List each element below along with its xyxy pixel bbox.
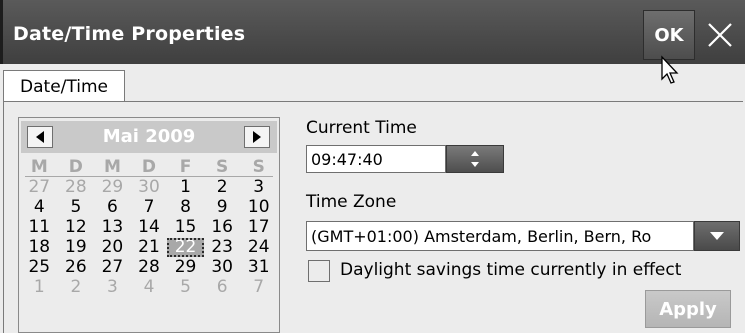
calendar-day[interactable]: 23 [204,238,241,257]
calendar-day[interactable]: 10 [240,198,277,217]
calendar-day[interactable]: 1 [167,178,204,197]
calendar-day[interactable]: 4 [21,198,58,217]
calendar-day[interactable]: 27 [94,258,131,277]
time-zone-select[interactable]: (GMT+01:00) Amsterdam, Berlin, Bern, Ro [306,221,694,251]
daylight-savings-checkbox[interactable] [308,260,330,282]
calendar-day[interactable]: 29 [167,258,204,277]
calendar-day[interactable]: 17 [240,218,277,237]
calendar-month-label[interactable]: Mai 2009 [61,126,237,147]
calendar-day[interactable]: 19 [58,238,95,257]
calendar-day[interactable]: 13 [94,218,131,237]
calendar: Mai 2009 M D M D F S S 27 28 29 30 1 2 3… [18,117,280,333]
calendar-day[interactable]: 31 [240,258,277,277]
calendar-day[interactable]: 5 [167,278,204,297]
time-zone-label: Time Zone [306,192,397,212]
calendar-day-selected[interactable]: 22 [167,238,204,257]
calendar-day[interactable]: 28 [58,178,95,197]
chevron-down-icon [710,232,724,240]
calendar-day[interactable]: 30 [204,258,241,277]
calendar-day[interactable]: 1 [21,278,58,297]
calendar-day[interactable]: 6 [204,278,241,297]
weekday-label: D [68,157,83,177]
title-bar: Date/Time Properties [0,0,745,64]
calendar-day[interactable]: 7 [240,278,277,297]
mouse-pointer-icon [661,55,679,84]
daylight-savings-label: Daylight savings time currently in effec… [340,260,682,280]
weekday-label: M [30,157,48,177]
calendar-week-row: 4 5 6 7 8 9 10 [21,198,277,217]
calendar-day[interactable]: 6 [94,198,131,217]
calendar-week-row: 27 28 29 30 1 2 3 [21,178,277,197]
calendar-day[interactable]: 24 [240,238,277,257]
calendar-week-row: 25 26 27 28 29 30 31 [21,258,277,277]
calendar-day[interactable]: 3 [240,178,277,197]
current-time-input[interactable] [306,145,446,173]
ok-button[interactable]: OK [643,10,695,60]
weekday-label: M [103,157,121,177]
calendar-day[interactable]: 15 [167,218,204,237]
next-month-button[interactable] [244,126,270,148]
arrow-left-icon [36,131,44,143]
calendar-day[interactable]: 9 [204,198,241,217]
weekday-header-row: M D M D F S S [21,158,277,177]
weekday-label: S [216,157,229,177]
close-icon [708,23,732,47]
calendar-day[interactable]: 16 [204,218,241,237]
calendar-day[interactable]: 5 [58,198,95,217]
calendar-day[interactable]: 26 [58,258,95,277]
calendar-day[interactable]: 30 [131,178,168,197]
calendar-day[interactable]: 12 [58,218,95,237]
calendar-day[interactable]: 18 [21,238,58,257]
close-button[interactable] [697,10,743,60]
calendar-week-row: 1 2 3 4 5 6 7 [21,278,277,297]
calendar-day[interactable]: 3 [94,278,131,297]
calendar-day[interactable]: 2 [204,178,241,197]
apply-button[interactable]: Apply [645,290,731,328]
calendar-day[interactable]: 7 [131,198,168,217]
tab-date-time[interactable]: Date/Time [3,70,125,102]
calendar-day[interactable]: 11 [21,218,58,237]
window-title: Date/Time Properties [13,23,246,45]
weekday-label: D [141,157,157,177]
calendar-header: Mai 2009 [21,121,277,153]
arrow-right-icon [253,131,261,143]
calendar-day[interactable]: 28 [131,258,168,277]
weekday-label: F [179,157,192,177]
previous-month-button[interactable] [27,126,53,148]
time-spinner[interactable] [446,145,504,173]
time-zone-dropdown-button[interactable] [694,221,740,251]
calendar-day[interactable]: 2 [58,278,95,297]
calendar-day[interactable]: 27 [21,178,58,197]
calendar-day[interactable]: 14 [131,218,168,237]
weekday-label: S [252,157,265,177]
calendar-day[interactable]: 8 [167,198,204,217]
calendar-day[interactable]: 20 [94,238,131,257]
calendar-week-row: 11 12 13 14 15 16 17 [21,218,277,237]
calendar-week-row: 18 19 20 21 22 23 24 [21,238,277,257]
calendar-day[interactable]: 29 [94,178,131,197]
calendar-day[interactable]: 4 [131,278,168,297]
spinner-arrows-icon [471,151,479,167]
current-time-label: Current Time [306,118,417,138]
calendar-day[interactable]: 21 [131,238,168,257]
calendar-day[interactable]: 25 [21,258,58,277]
